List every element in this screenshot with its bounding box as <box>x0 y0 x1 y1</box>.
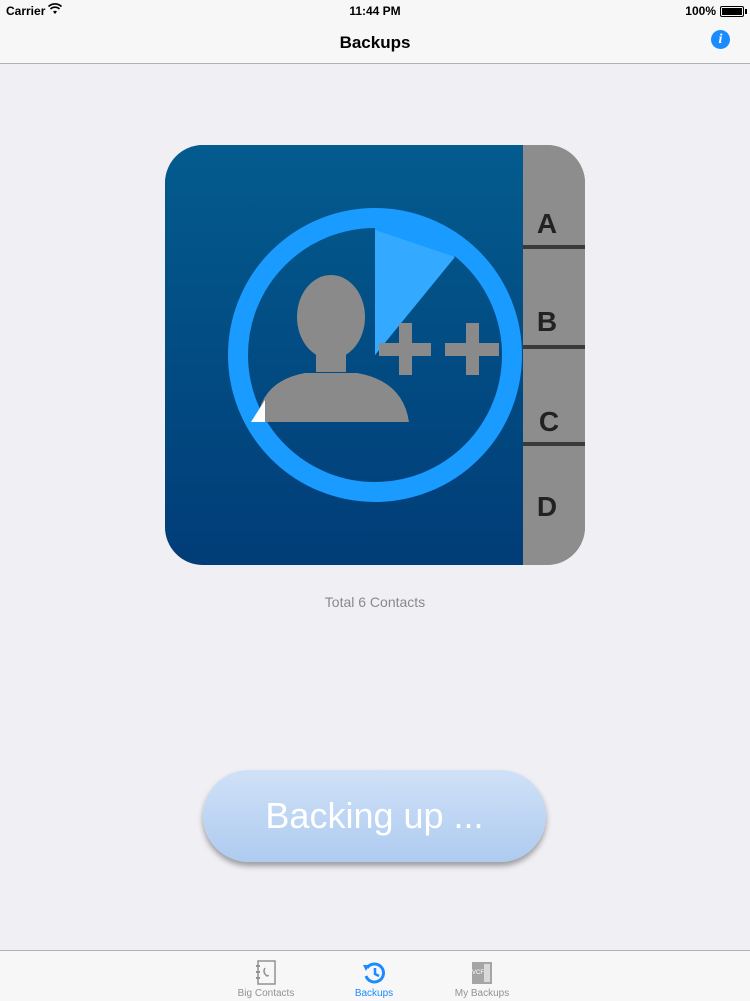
backup-button[interactable]: Backing up ... <box>203 770 546 862</box>
total-contacts-label: Total 6 Contacts <box>324 594 426 610</box>
tab-bar: Big Contacts Backups VCF My Backups <box>0 950 750 1001</box>
battery-percent: 100% <box>685 4 716 18</box>
tab-big-contacts[interactable]: Big Contacts <box>211 951 321 1001</box>
big-contacts-app-icon: A B C D <box>165 145 585 565</box>
tab-my-backups[interactable]: VCF My Backups <box>427 951 537 1001</box>
navigation-bar: Backups i <box>0 22 750 64</box>
contacts-book-icon <box>256 960 276 985</box>
tab-letter-d: D <box>537 491 557 522</box>
page-title: Backups <box>339 33 411 52</box>
info-icon[interactable]: i <box>711 30 730 49</box>
tab-label: Backups <box>354 988 394 999</box>
tab-letter-b: B <box>537 306 557 337</box>
status-time: 11:44 PM <box>349 4 401 18</box>
tab-label: Big Contacts <box>237 988 295 999</box>
tab-label: My Backups <box>454 988 510 999</box>
vcf-file-icon: VCF <box>472 962 492 984</box>
tab-letter-a: A <box>537 208 557 239</box>
svg-text:VCF: VCF <box>472 970 484 976</box>
backup-history-icon <box>363 962 385 984</box>
status-bar: Carrier 11:44 PM 100% <box>0 0 750 22</box>
tab-letter-c: C <box>539 406 559 437</box>
battery-icon <box>720 6 747 17</box>
tab-backups[interactable]: Backups <box>319 951 429 1001</box>
